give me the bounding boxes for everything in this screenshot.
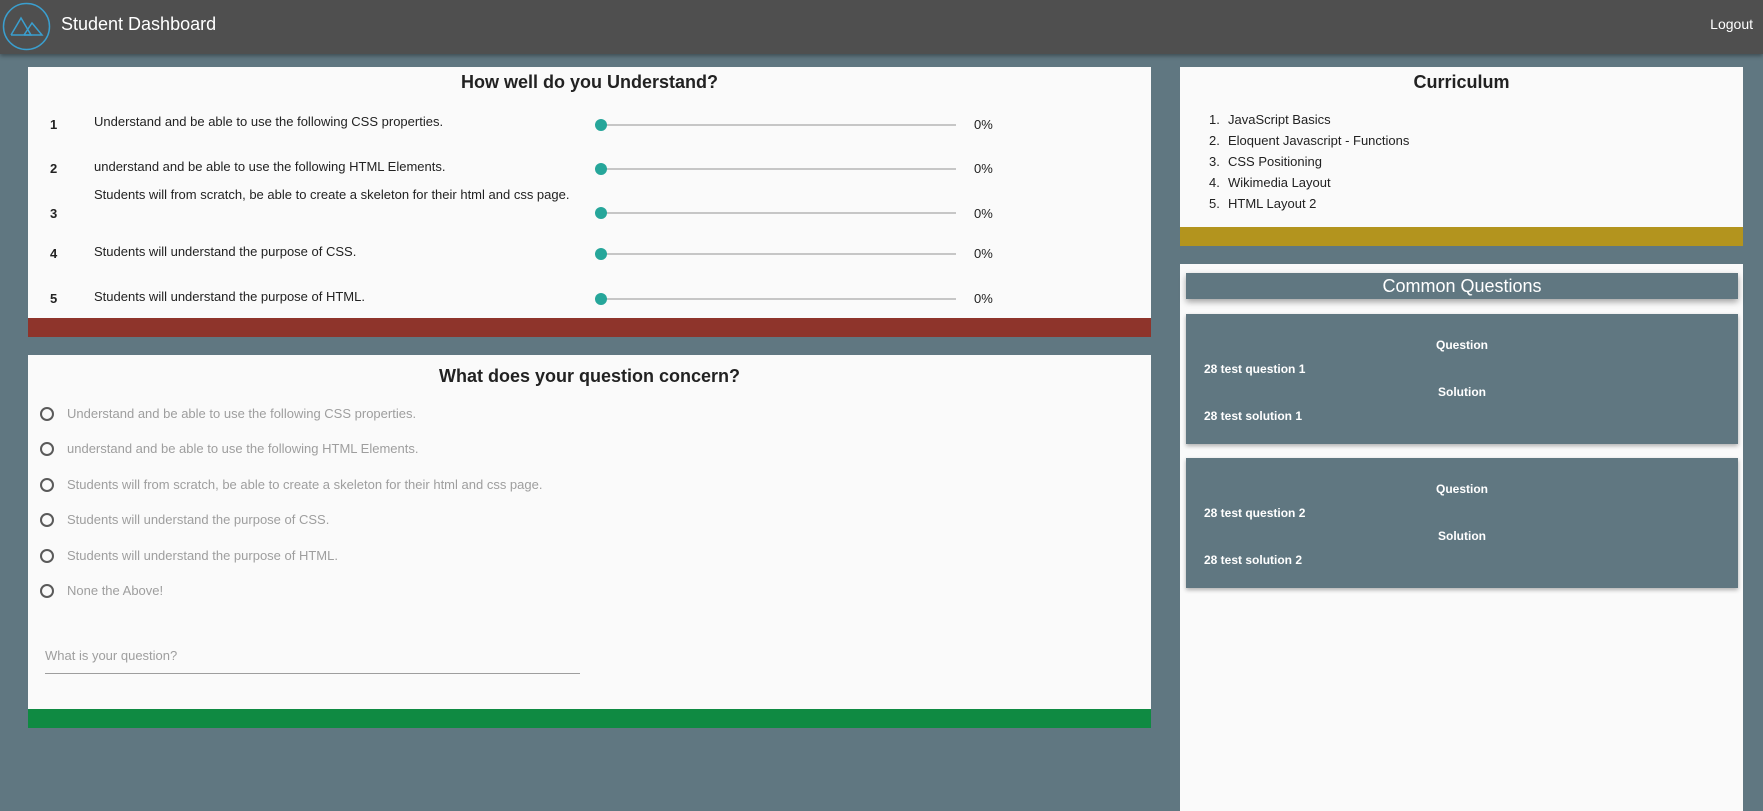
question-text: 28 test question 2 — [1204, 506, 1306, 520]
radio-button[interactable] — [40, 584, 54, 598]
concern-title: What does your question concern? — [438, 366, 741, 386]
slider-track[interactable] — [601, 253, 956, 255]
row-number: 2 — [50, 161, 58, 176]
item-label[interactable]: Eloquent Javascript - Functions — [1228, 133, 1409, 148]
understand-row: 1 Understand and be able to use the foll… — [28, 106, 1151, 146]
understand-row: 3 Students will from scratch, be able to… — [28, 184, 1151, 234]
row-number: 3 — [50, 206, 58, 221]
item-index: 2. — [1209, 133, 1220, 148]
curriculum-list: 1. JavaScript Basics 2. Eloquent Javascrip… — [1209, 109, 1409, 214]
understand-title: How well do you Understand? — [460, 72, 718, 92]
top-navbar: Student Dashboard Logout — [0, 0, 1763, 54]
radio-button[interactable] — [40, 478, 54, 492]
radio-button[interactable] — [40, 407, 54, 421]
item-index: 3. — [1209, 154, 1220, 169]
row-text: understand and be able to use the follow… — [94, 159, 446, 174]
question-label: Question — [1435, 482, 1488, 496]
row-number: 1 — [50, 117, 58, 132]
understanding-slider[interactable] — [595, 117, 956, 133]
curriculum-accent-bar — [1180, 227, 1743, 246]
question-concern-panel: What does your question concern? Underst… — [28, 355, 1151, 728]
slider-value: 0% — [974, 291, 993, 306]
option-label[interactable]: Understand and be able to use the follow… — [67, 406, 416, 421]
solution-text: 28 test solution 1 — [1204, 409, 1303, 423]
mountain-logo-icon[interactable] — [2, 2, 51, 51]
curriculum-item[interactable]: 1. JavaScript Basics — [1209, 109, 1409, 130]
solution-text: 28 test solution 2 — [1204, 553, 1303, 567]
understanding-slider[interactable] — [595, 246, 956, 262]
logout-link[interactable]: Logout — [1710, 16, 1753, 32]
understanding-slider[interactable] — [595, 291, 956, 307]
slider-value: 0% — [974, 206, 993, 221]
question-text: 28 test question 1 — [1204, 362, 1306, 376]
option-label[interactable]: understand and be able to use the follow… — [67, 441, 418, 456]
slider-value: 0% — [974, 246, 993, 261]
common-questions-header: Common Questions — [1186, 273, 1738, 299]
common-question-card: Question 28 test question 2 Solution 28 … — [1186, 458, 1738, 588]
item-label[interactable]: HTML Layout 2 — [1228, 196, 1316, 211]
curriculum-panel: Curriculum 1. JavaScript Basics 2. Eloquen… — [1180, 67, 1743, 246]
solution-label: Solution — [1438, 385, 1486, 399]
option-label[interactable]: Students will understand the purpose of … — [67, 548, 338, 563]
concern-accent-bar — [28, 709, 1151, 728]
slider-thumb[interactable] — [595, 207, 607, 219]
common-questions-panel: Common Questions Question 28 test questi… — [1180, 264, 1743, 811]
slider-thumb[interactable] — [595, 293, 607, 305]
understand-panel: How well do you Understand? 1 Understand… — [28, 67, 1151, 337]
common-question-card: Question 28 test question 1 Solution 28 … — [1186, 314, 1738, 444]
understand-accent-bar — [28, 318, 1151, 337]
slider-thumb[interactable] — [595, 163, 607, 175]
app-title: Student Dashboard — [61, 14, 217, 34]
curriculum-item[interactable]: 5. HTML Layout 2 — [1209, 193, 1409, 214]
solution-label: Solution — [1438, 529, 1486, 543]
item-label[interactable]: CSS Positioning — [1228, 154, 1322, 169]
understanding-slider[interactable] — [595, 161, 956, 177]
item-index: 1. — [1209, 112, 1220, 127]
slider-track[interactable] — [601, 212, 956, 214]
curriculum-item[interactable]: 3. CSS Positioning — [1209, 151, 1409, 172]
slider-value: 0% — [974, 117, 993, 132]
radio-button[interactable] — [40, 549, 54, 563]
row-text: Students will from scratch, be able to c… — [94, 187, 570, 202]
slider-track[interactable] — [601, 298, 956, 300]
curriculum-item[interactable]: 2. Eloquent Javascript - Functions — [1209, 130, 1409, 151]
item-label[interactable]: JavaScript Basics — [1228, 112, 1331, 127]
row-text: Students will understand the purpose of … — [94, 289, 365, 304]
item-index: 4. — [1209, 175, 1220, 190]
slider-thumb[interactable] — [595, 248, 607, 260]
row-text: Students will understand the purpose of … — [94, 244, 357, 259]
option-label[interactable]: Students will understand the purpose of … — [67, 512, 329, 527]
curriculum-title: Curriculum — [1413, 72, 1510, 92]
radio-button[interactable] — [40, 442, 54, 456]
slider-value: 0% — [974, 161, 993, 176]
row-text: Understand and be able to use the follow… — [94, 114, 444, 129]
question-input[interactable] — [45, 638, 580, 674]
item-index: 5. — [1209, 196, 1220, 211]
understanding-slider[interactable] — [595, 205, 956, 221]
row-number: 4 — [50, 246, 58, 261]
item-label[interactable]: Wikimedia Layout — [1228, 175, 1331, 190]
curriculum-item[interactable]: 4. Wikimedia Layout — [1209, 172, 1409, 193]
option-label[interactable]: None the Above! — [67, 583, 163, 598]
radio-button[interactable] — [40, 513, 54, 527]
slider-track[interactable] — [601, 124, 956, 126]
question-label: Question — [1435, 338, 1488, 352]
row-number: 5 — [50, 291, 58, 306]
slider-track[interactable] — [601, 168, 956, 170]
option-label[interactable]: Students will from scratch, be able to c… — [67, 477, 542, 492]
understand-row: 4 Students will understand the purpose o… — [28, 240, 1151, 280]
slider-thumb[interactable] — [595, 119, 607, 131]
